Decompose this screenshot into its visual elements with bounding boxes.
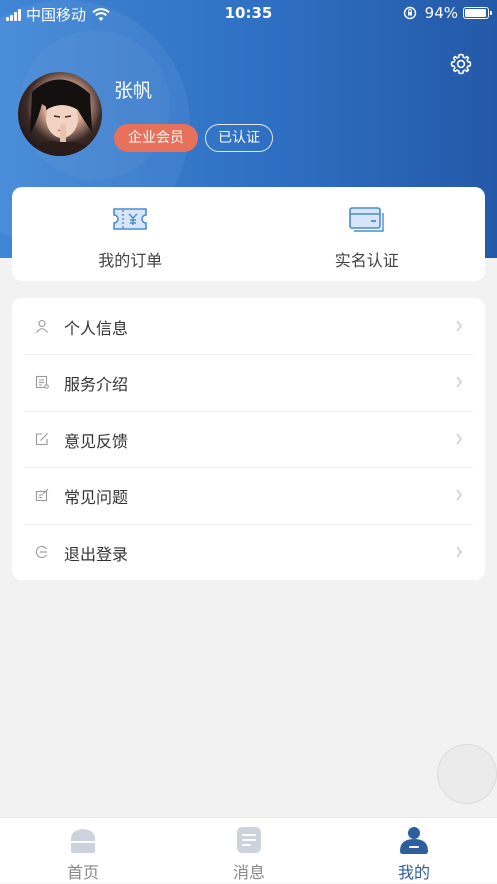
avatar-image <box>28 79 94 156</box>
gear-icon[interactable] <box>449 52 473 76</box>
menu-label: 退出登录 <box>64 544 129 564</box>
note-edit-icon <box>35 488 49 502</box>
real-name-auth-label: 实名认证 <box>334 251 399 270</box>
menu-item-personal-info[interactable]: 个人信息 <box>12 298 485 354</box>
menu-label: 个人信息 <box>64 319 129 338</box>
user-icon <box>36 319 48 333</box>
real-name-auth-button[interactable]: 实名认证 <box>249 187 486 281</box>
menu-item-service-intro[interactable]: 服务介绍 <box>12 354 485 410</box>
menu-item-logout[interactable]: 退出登录 <box>12 523 485 580</box>
my-orders-button[interactable]: 我的订单 <box>12 187 249 281</box>
menu-item-faq[interactable]: 常见问题 <box>12 467 485 523</box>
battery-percent: 94% <box>424 4 458 22</box>
member-badge: 企业会员 <box>114 124 198 152</box>
menu-label: 常见问题 <box>64 488 129 508</box>
tab-profile[interactable]: 我的 <box>354 818 474 884</box>
menu-label: 意见反馈 <box>64 431 129 451</box>
chevron-right-icon <box>456 376 462 388</box>
tab-home[interactable]: 首页 <box>23 818 143 884</box>
tab-label: 首页 <box>66 863 99 882</box>
home-icon <box>71 829 95 853</box>
menu-label: 服务介绍 <box>64 375 129 395</box>
username: 张帆 <box>114 80 153 102</box>
menu-list: 个人信息 服务介绍 意见反馈 常见问题 退出登录 <box>12 298 485 580</box>
chevron-right-icon <box>456 320 462 332</box>
chevron-right-icon <box>456 433 462 445</box>
status-bar: 中国移动 10:35 94% <box>0 0 497 26</box>
chevron-right-icon <box>456 546 462 557</box>
verified-badge: 已认证 <box>205 124 273 152</box>
battery-fill <box>465 9 486 17</box>
avatar[interactable] <box>18 72 102 156</box>
status-right: 94% <box>403 4 492 22</box>
menu-item-feedback[interactable]: 意见反馈 <box>12 410 485 467</box>
chevron-right-icon <box>456 489 462 501</box>
tab-messages[interactable]: 消息 <box>189 818 309 884</box>
orientation-lock-icon <box>403 6 416 20</box>
profile-icon <box>400 827 428 854</box>
id-card-icon <box>348 207 384 232</box>
edit-icon <box>35 432 48 445</box>
my-orders-label: 我的订单 <box>98 251 163 270</box>
tab-label: 我的 <box>397 863 430 882</box>
battery-icon <box>463 7 492 19</box>
tab-label: 消息 <box>232 863 265 882</box>
logout-icon <box>35 545 47 558</box>
ticket-yuan-icon <box>113 208 148 230</box>
floating-button[interactable] <box>437 744 497 804</box>
quick-actions-card: 我的订单 实名认证 <box>12 187 485 281</box>
document-icon <box>35 376 49 390</box>
message-icon <box>237 827 261 853</box>
tab-bar: 首页 消息 我的 <box>0 817 497 883</box>
